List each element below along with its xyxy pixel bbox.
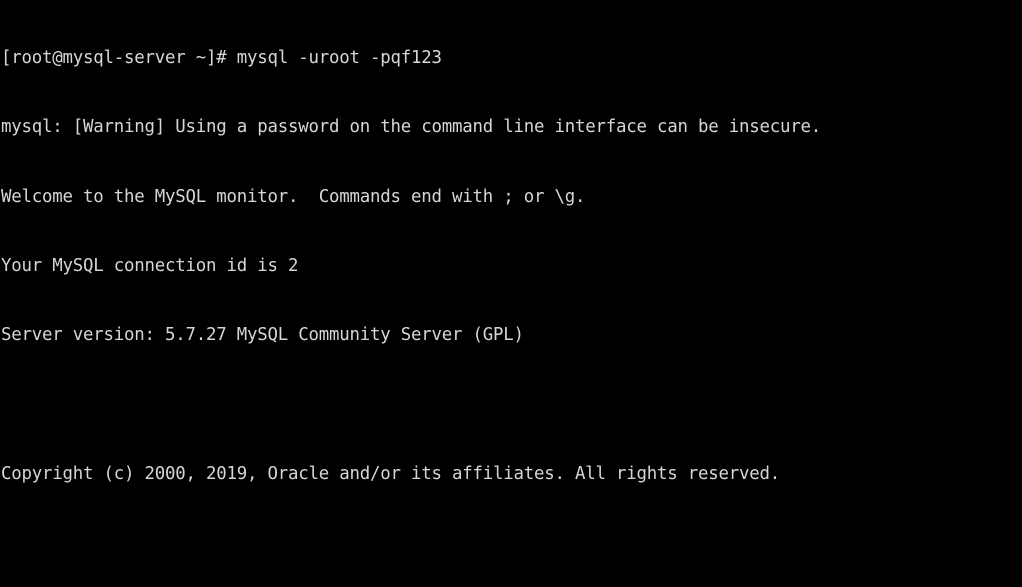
terminal-line-blank-2 (1, 532, 1022, 555)
terminal-screen[interactable]: [root@mysql-server ~]# mysql -uroot -pqf… (0, 0, 1022, 587)
terminal-line-server-version: Server version: 5.7.27 MySQL Community S… (1, 325, 524, 346)
terminal-line-connection-id: Your MySQL connection id is 2 (1, 256, 299, 277)
terminal-line-copyright: Copyright (c) 2000, 2019, Oracle and/or … (1, 463, 781, 484)
terminal-line-welcome: Welcome to the MySQL monitor. Commands e… (1, 186, 586, 207)
terminal-line-blank-1 (1, 394, 1022, 417)
terminal-line-warning: mysql: [Warning] Using a password on the… (1, 117, 822, 138)
terminal-line-shell-prompt-command: [root@mysql-server ~]# mysql -uroot -pqf… (1, 48, 442, 69)
